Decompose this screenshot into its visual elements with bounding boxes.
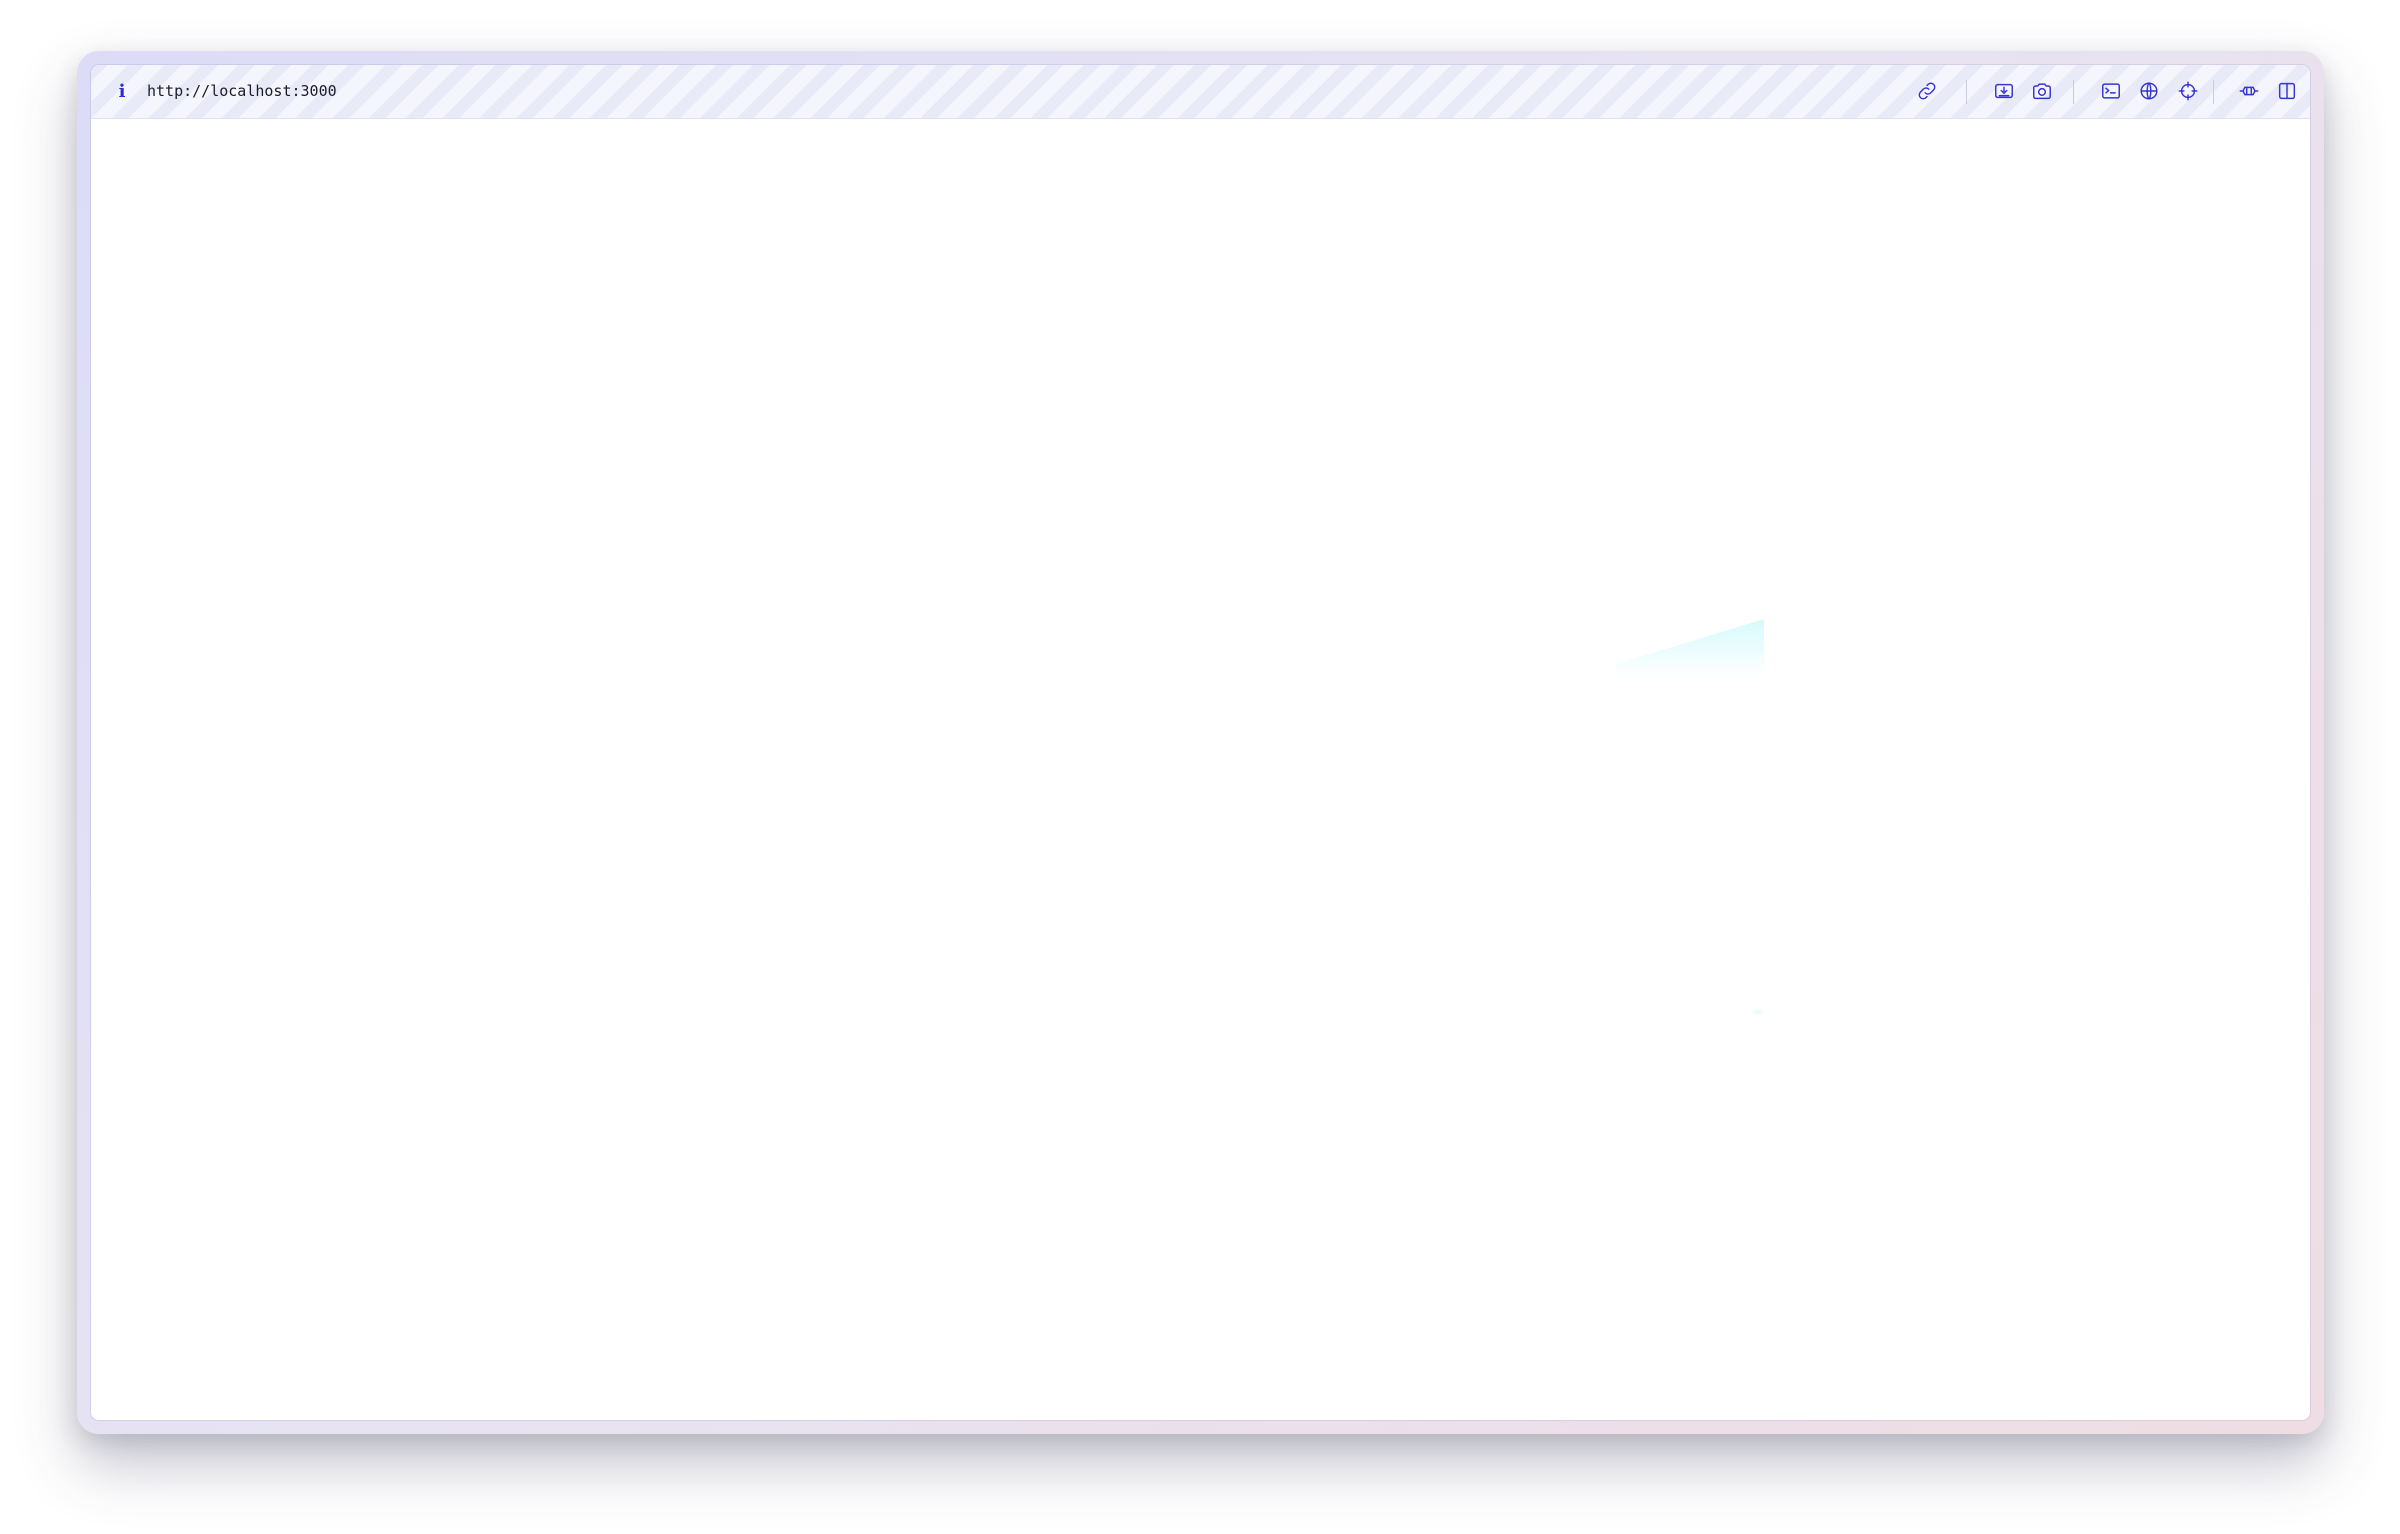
globe-icon[interactable]	[2135, 77, 2163, 105]
screen: i http://localhost:3000	[0, 0, 2400, 1534]
toolbar-divider	[2213, 80, 2214, 104]
toolbar-divider	[2073, 80, 2074, 104]
decorative-dot	[1751, 1008, 1765, 1016]
browser-toolbar: i http://localhost:3000	[91, 65, 2310, 119]
info-icon[interactable]: i	[109, 77, 135, 105]
url-bar[interactable]: http://localhost:3000	[147, 81, 337, 101]
decorative-shape	[1616, 619, 1764, 677]
link-icon[interactable]	[1913, 77, 1941, 105]
terminal-icon[interactable]	[2097, 77, 2125, 105]
page-content[interactable]	[91, 119, 2310, 1420]
split-view-icon[interactable]	[2273, 77, 2301, 105]
download-icon[interactable]	[1990, 77, 2018, 105]
crosshair-icon[interactable]	[2174, 77, 2202, 105]
browser-window-frame: i http://localhost:3000	[77, 51, 2324, 1434]
bridge-icon[interactable]	[2235, 77, 2263, 105]
camera-icon[interactable]	[2028, 77, 2056, 105]
browser-window: i http://localhost:3000	[91, 65, 2310, 1420]
toolbar-divider	[1966, 80, 1967, 104]
